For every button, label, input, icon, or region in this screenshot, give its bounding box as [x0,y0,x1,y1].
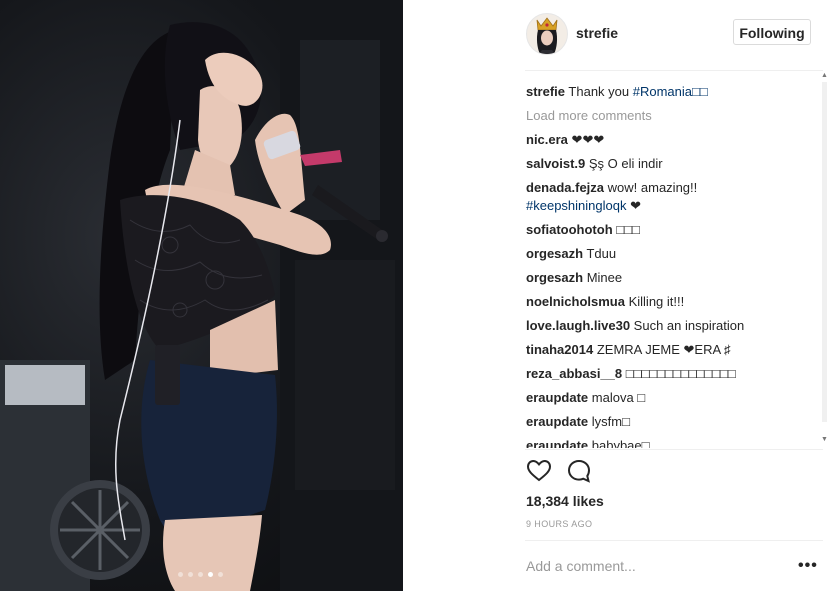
comment-username[interactable]: noelnicholsmua [526,294,625,309]
comment: eraupdate lysfm□ [526,413,816,431]
heart-icon[interactable] [526,458,552,484]
crown-avatar-icon [536,17,558,54]
carousel-indicator [178,572,223,577]
actions-divider [525,449,823,450]
post-header: strefie Following [403,0,829,70]
comment-text: Such an inspiration [633,318,745,333]
comment-text: lysfm□ [591,414,630,429]
comment-username[interactable]: orgesazh [526,246,583,261]
comment-username[interactable]: reza_abbasi__8 [526,366,622,381]
carousel-dot[interactable] [188,572,193,577]
comment-text: malova □ [591,390,646,405]
comment: eraupdate malova □ [526,389,816,407]
following-button[interactable]: Following [733,19,811,45]
comment-text: Thank you [568,84,633,99]
comment-username[interactable]: tinaha2014 [526,342,593,357]
comments-list[interactable]: strefie Thank you #Romania□□ Load more c… [526,83,816,448]
comment-text: wow! amazing!! [607,180,698,195]
carousel-dot[interactable] [198,572,203,577]
load-more-comments-link[interactable]: Load more comments [526,107,816,125]
comment-username[interactable]: orgesazh [526,270,583,285]
comment: denada.fejza wow! amazing!! #keepshining… [526,179,816,215]
comment: love.laugh.live30 Such an inspiration [526,317,816,335]
carousel-dot[interactable] [178,572,183,577]
avatar[interactable] [526,13,568,55]
comment-username[interactable]: eraupdate [526,390,588,405]
comment: orgesazh Minee [526,269,816,287]
comment-text: ❤❤❤ [571,132,605,147]
comment: sofiatoohotoh □□□ [526,221,816,239]
comment-text: babybae□ [591,438,650,448]
comment: eraupdate babybae□ [526,437,816,448]
scrollbar-thumb[interactable] [822,82,827,422]
comment-text: ❤ [626,198,641,213]
likes-count[interactable]: 18,384 likes [526,493,604,509]
comment-username[interactable]: nic.era [526,132,568,147]
comment-text: ZEMRA JEME ❤ERA ♯ [596,342,731,357]
comment-box-divider [525,540,823,541]
comment-text: Minee [586,270,623,285]
post-photo[interactable] [0,0,403,591]
comment-text: Killing it!!! [628,294,685,309]
comment: orgesazh Tduu [526,245,816,263]
add-comment-input[interactable]: Add a comment... [526,558,636,574]
hashtag-link[interactable]: #keepshiningloqk [526,198,626,213]
comment-text: □□□□□□□□□□□□□□ [625,366,736,381]
comment: nic.era ❤❤❤ [526,131,816,149]
carousel-dot-active[interactable] [208,572,213,577]
comments-scrollbar[interactable]: ▲ ▼ [820,70,829,450]
comment-username[interactable]: eraupdate [526,438,588,448]
comment-username[interactable]: salvoist.9 [526,156,585,171]
comment: salvoist.9 Şş O eli indir [526,155,816,173]
comment: reza_abbasi__8 □□□□□□□□□□□□□□ [526,365,816,383]
comment-username[interactable]: sofiatoohotoh [526,222,613,237]
post-timestamp[interactable]: 9 HOURS AGO [526,519,592,529]
comment-text: Tduu [586,246,617,261]
post-author-username[interactable]: strefie [576,25,618,41]
comment-username[interactable]: strefie [526,84,565,99]
carousel-dot[interactable] [218,572,223,577]
comment-username[interactable]: love.laugh.live30 [526,318,630,333]
comment-username[interactable]: denada.fejza [526,180,604,195]
performer-photo-illustration [0,0,403,591]
comment: noelnicholsmua Killing it!!! [526,293,816,311]
comment-caption: strefie Thank you #Romania□□ [526,83,816,101]
more-options-icon[interactable]: ••• [798,557,818,575]
hashtag-link[interactable]: #Romania□□ [633,84,708,99]
scroll-up-arrow-icon[interactable]: ▲ [821,72,828,79]
comment: tinaha2014 ZEMRA JEME ❤ERA ♯ [526,341,816,359]
header-divider [525,70,823,71]
scroll-down-arrow-icon[interactable]: ▼ [821,436,828,443]
comment-text: Şş O eli indir [588,156,663,171]
post-actions [526,458,592,486]
comment-text: □□□ [616,222,640,237]
comment-username[interactable]: eraupdate [526,414,588,429]
post-details-panel: strefie Following strefie Thank you #Rom… [403,0,829,591]
comment-bubble-icon[interactable] [566,458,592,484]
